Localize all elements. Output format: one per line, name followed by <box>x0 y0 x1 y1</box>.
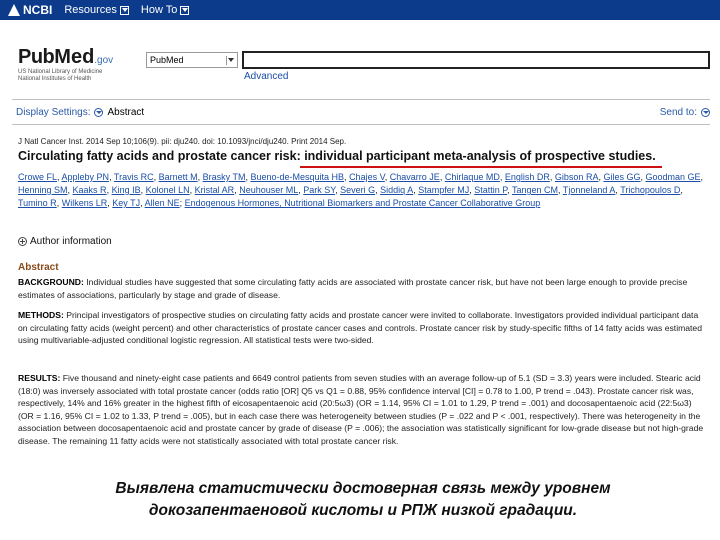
author-link[interactable]: Park SY <box>303 185 335 195</box>
author-link[interactable]: Tangen CM <box>512 185 558 195</box>
abstract-methods: METHODS: Principal investigators of pros… <box>18 309 708 347</box>
author-link[interactable]: Henning SM <box>18 185 68 195</box>
author-link[interactable]: Gibson RA <box>555 172 599 182</box>
author-link[interactable]: Siddiq A <box>380 185 413 195</box>
author-information-toggle[interactable]: Author information <box>18 236 112 247</box>
results-label: RESULTS: <box>18 373 61 383</box>
pubmed-logo[interactable]: PubMed.gov US National Library of Medici… <box>18 46 113 83</box>
search-input[interactable] <box>242 51 710 69</box>
database-select[interactable]: PubMed <box>146 52 238 68</box>
article-title: Circulating fatty acids and prostate can… <box>18 149 656 163</box>
display-settings-bar: Display Settings: Abstract Send to: <box>16 105 710 121</box>
banner-line-1: Выявлена статистически достоверная связь… <box>115 480 611 497</box>
ncbi-logo-icon <box>8 4 20 16</box>
author-link[interactable]: Stampfer MJ <box>418 185 469 195</box>
display-settings[interactable]: Display Settings: Abstract <box>16 107 144 118</box>
author-link[interactable]: King IB <box>112 185 141 195</box>
divider <box>12 124 710 125</box>
author-link[interactable]: Kristal AR <box>195 185 235 195</box>
howto-label: How To <box>140 4 178 16</box>
author-link[interactable]: Severi G <box>340 185 375 195</box>
author-link[interactable]: Tjonneland A <box>563 185 616 195</box>
citation: J Natl Cancer Inst. 2014 Sep 10;106(9). … <box>18 137 347 146</box>
display-settings-label: Display Settings: <box>16 107 91 118</box>
chevron-down-icon <box>701 108 710 117</box>
chevron-down-icon <box>180 5 190 15</box>
howto-menu[interactable]: How To <box>140 4 190 16</box>
ncbi-topbar: NCBI Resources How To <box>0 0 720 20</box>
logo-med: Med <box>54 46 95 68</box>
author-link[interactable]: Key TJ <box>112 198 140 208</box>
author-link[interactable]: Travis RC <box>114 172 154 182</box>
author-link[interactable]: Bueno-de-Mesquita HB <box>250 172 344 182</box>
display-format: Abstract <box>107 107 145 118</box>
methods-label: METHODS: <box>18 310 64 320</box>
author-link[interactable]: English DR <box>505 172 550 182</box>
author-link[interactable]: Wilkens LR <box>62 198 108 208</box>
methods-text: Principal investigators of prospective s… <box>18 310 702 346</box>
chevron-down-icon <box>119 5 129 15</box>
expand-plus-icon <box>18 237 27 246</box>
author-information-label: Author information <box>30 236 112 247</box>
chevron-down-icon <box>94 108 104 117</box>
author-link[interactable]: Appleby PN <box>62 172 110 182</box>
resources-menu[interactable]: Resources <box>64 4 129 16</box>
author-link[interactable]: Giles GG <box>603 172 640 182</box>
author-link[interactable]: Goodman GE <box>646 172 701 182</box>
author-list: Crowe FL, Appleby PN, Travis RC, Barnett… <box>18 172 704 208</box>
collaborative-group-link[interactable]: Endogenous Hormones, Nutritional Biomark… <box>185 198 541 208</box>
ncbi-logo[interactable]: NCBI <box>8 3 52 17</box>
send-to[interactable]: Send to: <box>660 107 710 118</box>
logo-gov: .gov <box>94 55 114 66</box>
author-link[interactable]: Kolonel LN <box>146 185 190 195</box>
author-link[interactable]: Trichopoulos D <box>620 185 680 195</box>
logo-pub: Pub <box>18 46 55 68</box>
resources-label: Resources <box>64 4 117 16</box>
author-link[interactable]: Chirlaque MD <box>445 172 500 182</box>
conclusion-banner: Выявлена статистически достоверная связь… <box>18 470 708 532</box>
abstract-results: RESULTS: Five thousand and ninety-eight … <box>18 372 708 448</box>
author-link[interactable]: Chavarro JE <box>390 172 440 182</box>
author-link[interactable]: Kaaks R <box>73 185 107 195</box>
logo-nih-line: National Institutes of Health <box>18 76 92 82</box>
results-text: Five thousand and ninety-eight case pati… <box>18 373 704 446</box>
ncbi-label: NCBI <box>23 3 53 17</box>
divider <box>12 99 710 100</box>
background-label: BACKGROUND: <box>18 277 84 287</box>
background-text: Individual studies have suggested that s… <box>18 277 688 300</box>
title-highlight-underline <box>300 166 662 168</box>
author-link[interactable]: Stattin P <box>474 185 507 195</box>
author-link[interactable]: Chajes V <box>349 172 385 182</box>
author-link[interactable]: Allen NE <box>145 198 180 208</box>
author-link[interactable]: Brasky TM <box>203 172 246 182</box>
database-value: PubMed <box>150 55 184 65</box>
send-to-label: Send to: <box>659 107 697 118</box>
banner-line-2: докозапентаеновой кислоты и РПЖ низкой г… <box>148 502 578 519</box>
chevron-down-icon <box>226 56 235 65</box>
author-link[interactable]: Barnett M <box>159 172 198 182</box>
author-link[interactable]: Neuhouser ML <box>239 185 298 195</box>
abstract-heading: Abstract <box>18 262 59 273</box>
author-link[interactable]: Crowe FL <box>18 172 57 182</box>
logo-nlm-line: US National Library of Medicine <box>18 69 103 75</box>
author-link[interactable]: Tumino R <box>18 198 57 208</box>
abstract-background: BACKGROUND: Individual studies have sugg… <box>18 276 708 301</box>
advanced-search-link[interactable]: Advanced <box>244 71 288 82</box>
